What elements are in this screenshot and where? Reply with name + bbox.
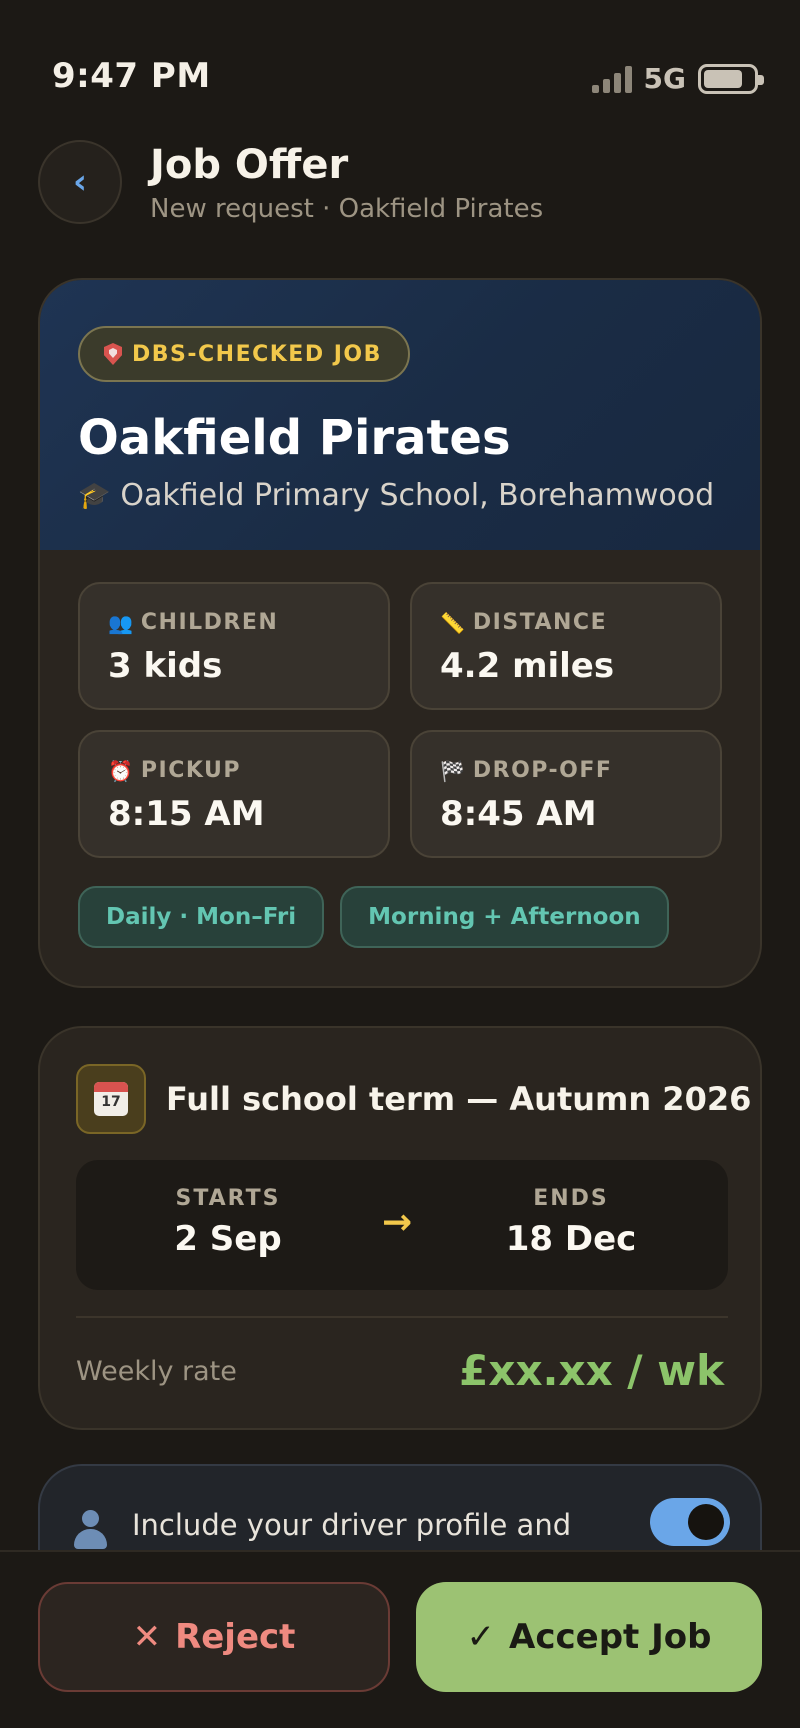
term-title: Full school term — Autumn 2026 bbox=[166, 1080, 752, 1118]
reject-button[interactable]: ✕ Reject bbox=[38, 1582, 390, 1692]
tag-sessions: Morning + Afternoon bbox=[340, 886, 669, 948]
status-indicators: 5G bbox=[591, 62, 764, 95]
signal-icon bbox=[591, 65, 632, 93]
network-label: 5G bbox=[643, 62, 686, 95]
term-start: STARTS 2 Sep bbox=[128, 1186, 328, 1259]
stat-value: 8:15 AM bbox=[108, 794, 265, 834]
calendar-icon-box: 17 bbox=[76, 1064, 146, 1134]
ends-label: ENDS bbox=[533, 1186, 609, 1211]
accept-job-button[interactable]: ✓ Accept Job bbox=[416, 1582, 762, 1692]
check-icon: ✓ bbox=[466, 1617, 496, 1657]
term-card: 17 Full school term — Autumn 2026 STARTS… bbox=[38, 1026, 762, 1430]
close-icon: ✕ bbox=[132, 1617, 162, 1657]
reject-label: Reject bbox=[175, 1617, 296, 1657]
ruler-icon: 📏 bbox=[440, 610, 465, 635]
job-hero: DBS-CHECKED JOB Oakfield Pirates 🎓 Oakfi… bbox=[40, 280, 760, 550]
person-icon bbox=[70, 1510, 110, 1550]
job-card: DBS-CHECKED JOB Oakfield Pirates 🎓 Oakfi… bbox=[38, 278, 762, 988]
page-subtitle: New request · Oakfield Pirates bbox=[150, 194, 544, 224]
alarm-clock-icon: ⏰ bbox=[108, 758, 133, 783]
stat-distance: 📏 DISTANCE 4.2 miles bbox=[410, 582, 722, 710]
stat-label: DROP-OFF bbox=[472, 758, 613, 783]
stat-pickup: ⏰ PICKUP 8:15 AM bbox=[78, 730, 390, 858]
page-title: Job Offer bbox=[150, 142, 349, 188]
people-icon: 👥 bbox=[108, 610, 133, 635]
tag-frequency: Daily · Mon–Fri bbox=[78, 886, 325, 948]
term-dates: STARTS 2 Sep → ENDS 18 Dec bbox=[76, 1160, 728, 1290]
term-end: ENDS 18 Dec bbox=[471, 1186, 671, 1259]
accept-label: Accept Job bbox=[509, 1617, 712, 1657]
stat-children: 👥 CHILDREN 3 kids bbox=[78, 582, 390, 710]
stat-label: PICKUP bbox=[140, 758, 242, 783]
back-button[interactable]: ‹ bbox=[38, 140, 122, 224]
status-bar: 9:47 PM 5G bbox=[0, 0, 800, 130]
divider bbox=[76, 1316, 728, 1318]
badge-label: DBS-CHECKED JOB bbox=[132, 341, 382, 367]
action-bar: ✕ Reject ✓ Accept Job bbox=[0, 1550, 800, 1728]
shield-icon bbox=[104, 343, 122, 365]
stat-value: 3 kids bbox=[108, 646, 223, 686]
stat-dropoff: 🏁 DROP-OFF 8:45 AM bbox=[410, 730, 722, 858]
ends-value: 18 Dec bbox=[505, 1219, 637, 1259]
toggle-knob bbox=[688, 1504, 724, 1540]
checkered-flag-icon: 🏁 bbox=[440, 758, 465, 783]
dbs-badge: DBS-CHECKED JOB bbox=[78, 326, 410, 382]
profile-share-toggle[interactable] bbox=[650, 1498, 730, 1546]
status-time: 9:47 PM bbox=[52, 56, 211, 96]
stat-value: 8:45 AM bbox=[440, 794, 597, 834]
weekly-rate-label: Weekly rate bbox=[76, 1356, 237, 1387]
page-header: ‹ Job Offer New request · Oakfield Pirat… bbox=[38, 140, 762, 230]
stat-label: DISTANCE bbox=[472, 610, 608, 635]
starts-value: 2 Sep bbox=[174, 1219, 282, 1259]
job-school: 🎓 Oakfield Primary School, Borehamwood bbox=[78, 478, 714, 513]
chevron-left-icon: ‹ bbox=[72, 162, 87, 202]
graduation-cap-icon: 🎓 bbox=[78, 480, 111, 511]
school-name: Oakfield Primary School, Borehamwood bbox=[120, 478, 715, 513]
term-header: 17 Full school term — Autumn 2026 bbox=[76, 1064, 751, 1134]
battery-icon bbox=[698, 63, 764, 94]
job-title: Oakfield Pirates bbox=[78, 410, 511, 466]
arrow-right-icon: → bbox=[382, 1202, 413, 1243]
weekly-rate-value: £xx.xx / wk bbox=[459, 1346, 724, 1395]
stat-label: CHILDREN bbox=[140, 610, 279, 635]
stat-value: 4.2 miles bbox=[440, 646, 615, 686]
starts-label: STARTS bbox=[175, 1186, 281, 1211]
calendar-icon: 17 bbox=[94, 1082, 128, 1116]
schedule-tags: Daily · Mon–Fri Morning + Afternoon bbox=[78, 886, 669, 948]
